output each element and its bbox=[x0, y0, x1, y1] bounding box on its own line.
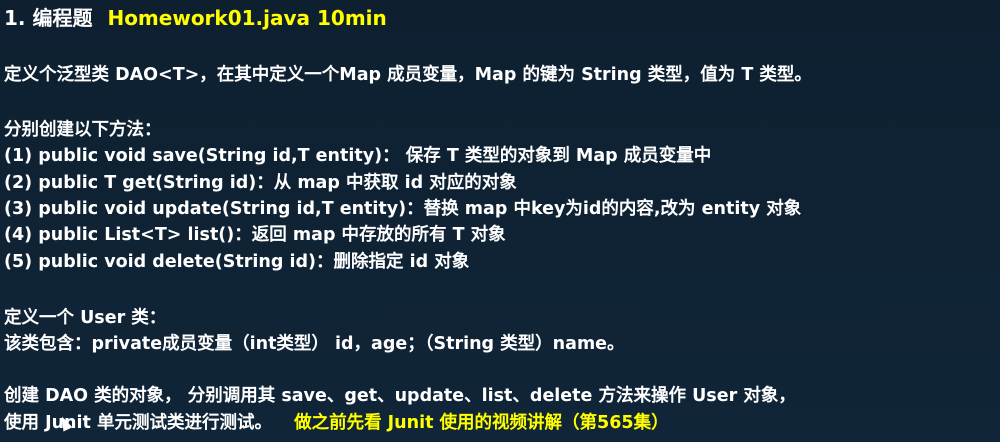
method-item: (5) public void delete(String id)：删除指定 i… bbox=[4, 252, 470, 272]
closing-test-text: 使用 Junit 单元测试类进行测试。 bbox=[4, 413, 272, 433]
user-class-heading: 定义一个 User 类： bbox=[4, 308, 167, 328]
method-item: (2) public T get(String id)：从 map 中获取 id… bbox=[4, 173, 517, 193]
problem-file-label: Homework01.java 10min bbox=[107, 6, 387, 30]
page-title: 1. 编程题 Homework01.java 10min bbox=[4, 2, 387, 31]
video-note: 做之前先看 Junit 使用的视频讲解（第565集） bbox=[294, 413, 669, 433]
method-item: (3) public void update(String id,T entit… bbox=[4, 199, 802, 219]
closing-instruction: 创建 DAO 类的对象， 分别调用其 save、get、update、list、… bbox=[4, 386, 796, 406]
method-item: (1) public void save(String id,T entity)… bbox=[4, 146, 712, 166]
methods-heading: 分别创建以下方法： bbox=[4, 120, 162, 140]
slide: { "title": { "number": "1. 编程题", "file":… bbox=[0, 0, 1000, 442]
task-intro: 定义个泛型类 DAO<T>，在其中定义一个Map 成员变量，Map 的键为 St… bbox=[4, 65, 812, 85]
method-item: (4) public List<T> list()：返回 map 中存放的所有 … bbox=[4, 225, 506, 245]
closing-test-line: 使用 Junit 单元测试类进行测试。 做之前先看 Junit 使用的视频讲解（… bbox=[4, 409, 669, 434]
user-class-fields: 该类包含：private成员变量（int类型） id，age；（String 类… bbox=[4, 334, 625, 354]
problem-number: 1. 编程题 bbox=[4, 6, 93, 30]
